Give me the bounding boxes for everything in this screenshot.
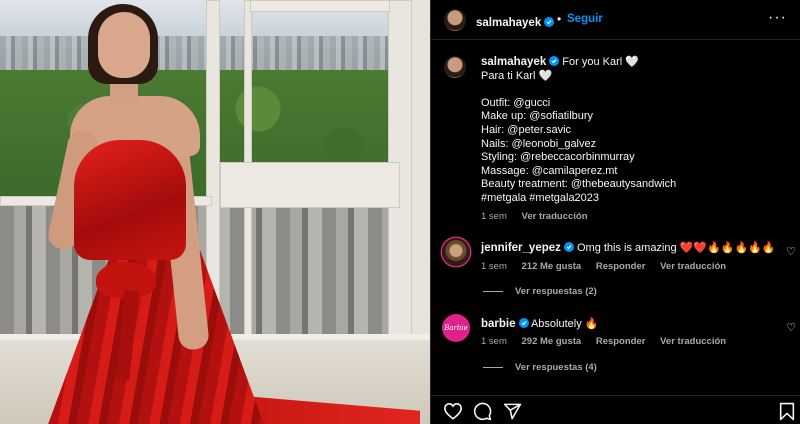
- caption-line: Beauty treatment: @thebeautysandwich: [481, 178, 677, 191]
- follow-button[interactable]: Seguir: [567, 13, 603, 25]
- dress-skirt: [46, 250, 266, 424]
- dress-bodice: [74, 140, 186, 260]
- commenter-avatar[interactable]: [442, 238, 470, 266]
- caption-line: Nails: @leonobi_galvez: [481, 137, 597, 150]
- comment-reply-button[interactable]: Responder: [596, 336, 646, 347]
- comment-body: barbie Absolutely 🔥: [481, 317, 598, 330]
- comment-translate-link[interactable]: Ver traducción: [660, 261, 726, 272]
- comment-like-heart-icon[interactable]: ♡: [786, 245, 796, 258]
- comment-translate-link[interactable]: Ver traducción: [660, 336, 726, 347]
- comment-likes[interactable]: 292 Me gusta: [522, 336, 582, 347]
- caption-gap: [481, 83, 791, 97]
- comment-time[interactable]: 1 sem: [481, 336, 507, 347]
- bookmark-icon[interactable]: [779, 402, 795, 424]
- view-replies: Ver respuestas (2): [483, 286, 597, 297]
- verified-badge-icon: [563, 242, 574, 252]
- caption-line: Massage: @camilaperez.mt: [481, 164, 618, 177]
- view-replies-button[interactable]: Ver respuestas (2): [515, 286, 597, 297]
- caption-text: salmahayek For you Karl 🤍 Para ti Karl 🤍…: [481, 56, 791, 206]
- view-replies: Ver respuestas (4): [483, 362, 597, 373]
- comment-like-heart-icon[interactable]: ♡: [786, 321, 796, 334]
- person-face: [98, 12, 150, 78]
- replies-divider-line: [483, 290, 503, 292]
- action-bar: [431, 395, 800, 424]
- commenter-username[interactable]: jennifer_yepez: [481, 242, 561, 254]
- comment-icon[interactable]: [473, 402, 492, 424]
- caption-line: Outfit: @gucci: [481, 96, 551, 109]
- comment-text: Omg this is amazing ❤️❤️🔥🔥🔥🔥🔥: [576, 242, 776, 254]
- caption-avatar[interactable]: [444, 56, 466, 78]
- comment-text: Absolutely 🔥: [530, 318, 599, 330]
- comment-time[interactable]: 1 sem: [481, 261, 507, 272]
- caption-time[interactable]: 1 sem: [481, 211, 507, 222]
- send-icon[interactable]: [503, 402, 522, 424]
- separator-dot: •: [557, 12, 562, 26]
- photo-person: [0, 0, 430, 424]
- author-avatar[interactable]: [444, 9, 466, 31]
- caption-line: Para ti Karl 🤍: [481, 69, 553, 82]
- caption-line: Hair: @peter.savic: [481, 123, 572, 136]
- author-username[interactable]: salmahayek: [476, 17, 541, 29]
- post-panel: salmahayek • Seguir ··· salmahayek For y…: [430, 0, 800, 424]
- caption-line: Styling: @rebeccacorbinmurray: [481, 151, 635, 164]
- post-header: salmahayek • Seguir ···: [431, 0, 800, 40]
- commenter-username[interactable]: barbie: [481, 318, 516, 330]
- author-username-block[interactable]: salmahayek: [476, 13, 555, 31]
- caption-meta: 1 sem Ver traducción: [481, 211, 600, 222]
- caption-translate-link[interactable]: Ver traducción: [522, 211, 588, 222]
- caption-username[interactable]: salmahayek: [481, 56, 546, 68]
- comment-meta: 1 sem 292 Me gusta Responder Ver traducc…: [481, 336, 738, 347]
- caption-line: #metgala #metgala2023: [481, 191, 600, 204]
- comment-likes[interactable]: 212 Me gusta: [522, 261, 582, 272]
- more-icon[interactable]: ···: [768, 9, 787, 27]
- comment-body: jennifer_yepez Omg this is amazing ❤️❤️🔥…: [481, 241, 776, 254]
- verified-badge-icon: [544, 17, 555, 27]
- comment-reply-button[interactable]: Responder: [596, 261, 646, 272]
- heart-icon[interactable]: [443, 402, 463, 424]
- caption-line-text: For you Karl 🤍: [562, 56, 639, 68]
- replies-divider-line: [483, 366, 503, 368]
- comment-meta: 1 sem 212 Me gusta Responder Ver traducc…: [481, 261, 738, 272]
- verified-badge-icon: [549, 56, 560, 66]
- view-replies-button[interactable]: Ver respuestas (4): [515, 362, 597, 373]
- caption-line: salmahayek For you Karl 🤍: [481, 56, 791, 70]
- post-photo[interactable]: [0, 0, 430, 424]
- verified-badge-icon: [518, 318, 529, 328]
- caption-line: Make up: @sofiatilbury: [481, 110, 594, 123]
- commenter-avatar[interactable]: Barbie: [442, 314, 470, 342]
